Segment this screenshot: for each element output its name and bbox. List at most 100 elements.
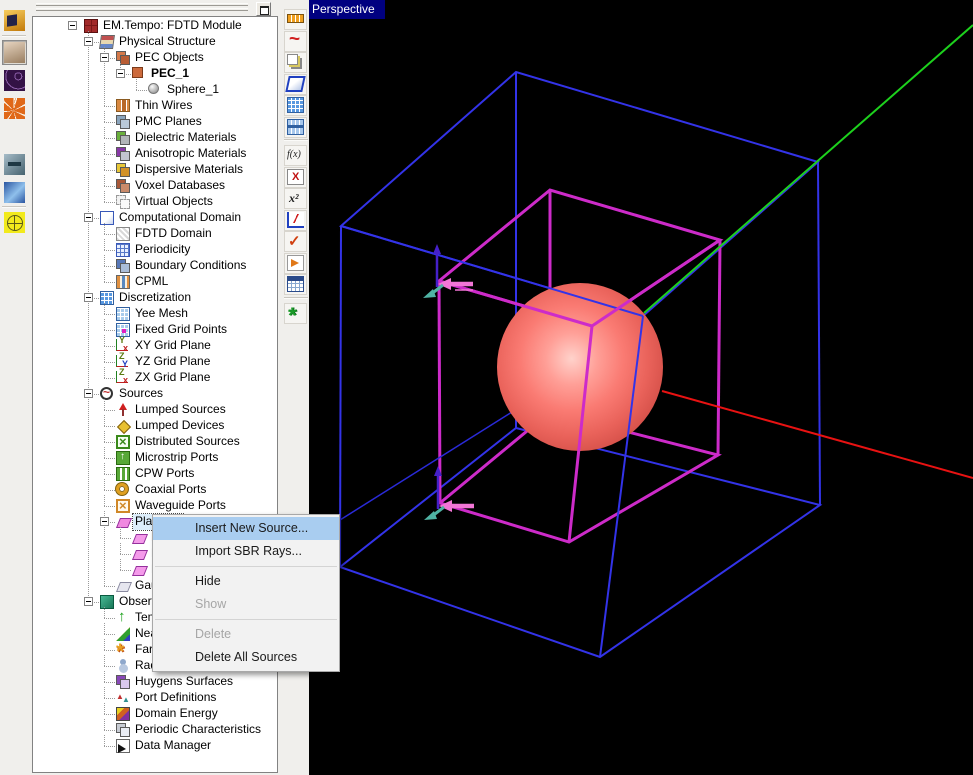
tree-item-label[interactable]: Lumped Devices bbox=[133, 418, 227, 434]
tree-item-label[interactable]: Dispersive Materials bbox=[133, 162, 246, 178]
calculator-button[interactable] bbox=[284, 274, 307, 295]
tree-item-label[interactable]: YZ Grid Plane bbox=[133, 354, 213, 370]
mesh-settings-button[interactable] bbox=[284, 117, 307, 138]
tree-item-label[interactable]: Coaxial Ports bbox=[133, 482, 209, 498]
panel-grip[interactable] bbox=[36, 3, 248, 6]
tree-item-label[interactable]: Anisotropic Materials bbox=[133, 146, 249, 162]
run-simulation-icon bbox=[287, 255, 304, 271]
module-terrain-tempo-button[interactable] bbox=[2, 40, 27, 65]
function-fx-button[interactable] bbox=[284, 145, 307, 166]
tree-item-label[interactable]: Periodic Characteristics bbox=[133, 722, 264, 738]
module-gold-cube-button[interactable] bbox=[2, 8, 27, 33]
module-dark-molecule-button[interactable] bbox=[2, 124, 27, 149]
tree-row: Port Definitions bbox=[33, 690, 277, 706]
x-squared-button[interactable] bbox=[284, 188, 307, 209]
tree-item-label[interactable]: Lumped Sources bbox=[133, 402, 229, 418]
tree-expand-toggle[interactable] bbox=[68, 21, 77, 30]
menu-item-hide[interactable]: Hide bbox=[153, 570, 339, 593]
mesh-grid-button[interactable] bbox=[284, 95, 307, 116]
tree-expand-toggle[interactable] bbox=[100, 517, 109, 526]
green-asterisk-button[interactable] bbox=[284, 303, 307, 324]
tree-item-label[interactable]: Computational Domain bbox=[117, 210, 244, 226]
ruler-button[interactable] bbox=[284, 9, 307, 30]
validate-check-button[interactable] bbox=[284, 231, 307, 252]
run-simulation-button[interactable] bbox=[284, 253, 307, 274]
tree-expand-toggle[interactable] bbox=[84, 37, 93, 46]
tree-row: CPML bbox=[33, 274, 277, 290]
module-yellow-sphere-button[interactable] bbox=[2, 210, 27, 235]
tree-item-label[interactable]: Discretization bbox=[117, 290, 194, 306]
pw-icon bbox=[132, 563, 146, 577]
pmc-icon bbox=[116, 115, 130, 129]
3d-viewport[interactable]: Perspective bbox=[309, 0, 973, 775]
pec1-icon bbox=[132, 67, 143, 78]
tree-row: PEC_1 bbox=[33, 66, 277, 82]
module-blue-curves-button[interactable] bbox=[2, 180, 27, 205]
tree-row: Fixed Grid Points bbox=[33, 322, 277, 338]
module-orange-burst-button[interactable] bbox=[2, 96, 27, 121]
tree-item-label[interactable]: Fixed Grid Points bbox=[133, 322, 230, 338]
toolbar-separator bbox=[2, 206, 26, 208]
tree-item-label[interactable]: Waveguide Ports bbox=[133, 498, 229, 514]
menu-item-delete-all-sources[interactable]: Delete All Sources bbox=[153, 646, 339, 669]
tree-item-label[interactable]: Distributed Sources bbox=[133, 434, 243, 450]
tree-item-label[interactable]: ZX Grid Plane bbox=[133, 370, 213, 386]
tree-item-label[interactable]: Virtual Objects bbox=[133, 194, 216, 210]
dispersive-icon bbox=[116, 163, 130, 177]
menu-item-show: Show bbox=[153, 593, 339, 616]
tree-item-label[interactable]: Periodicity bbox=[133, 242, 193, 258]
tree-item-label[interactable]: Port Definitions bbox=[133, 690, 219, 706]
tree-item-label[interactable]: PEC_1 bbox=[149, 66, 192, 82]
tree-row: CPW Ports bbox=[33, 466, 277, 482]
lumped-src-icon bbox=[116, 403, 130, 417]
tree-item-label[interactable]: EM.Tempo: FDTD Module bbox=[101, 18, 245, 34]
tree-expand-toggle[interactable] bbox=[84, 597, 93, 606]
tree-row: Discretization bbox=[33, 290, 277, 306]
domain-box-button[interactable] bbox=[284, 74, 307, 95]
layer-sheets-button[interactable] bbox=[284, 52, 307, 73]
tree-item-label[interactable]: Dielectric Materials bbox=[133, 130, 239, 146]
tree-item-label[interactable]: Sphere_1 bbox=[165, 82, 222, 98]
tree-expand-toggle[interactable] bbox=[116, 69, 125, 78]
tree-item-label[interactable]: Data Manager bbox=[133, 738, 214, 754]
toolbar-separator bbox=[284, 139, 308, 141]
panel-grip[interactable] bbox=[36, 8, 248, 11]
tree-expand-toggle[interactable] bbox=[84, 389, 93, 398]
tree-expand-toggle[interactable] bbox=[84, 293, 93, 302]
tree-row: EM.Tempo: FDTD Module bbox=[33, 18, 277, 34]
sine-wave-button[interactable] bbox=[284, 31, 307, 52]
tree-item-label[interactable]: PMC Planes bbox=[133, 114, 205, 130]
menu-item-import-sbr-rays[interactable]: Import SBR Rays... bbox=[153, 540, 339, 563]
tree-item-label[interactable]: Voxel Databases bbox=[133, 178, 228, 194]
tree-row: Dielectric Materials bbox=[33, 130, 277, 146]
tree-expand-toggle[interactable] bbox=[84, 213, 93, 222]
tree-item-label[interactable]: Microstrip Ports bbox=[133, 450, 221, 466]
tree-item-label[interactable]: Thin Wires bbox=[133, 98, 195, 114]
tree-expand-toggle[interactable] bbox=[100, 53, 109, 62]
domain-icon bbox=[100, 211, 114, 225]
periodic-char-icon bbox=[116, 723, 130, 737]
tree-item-label[interactable]: XY Grid Plane bbox=[133, 338, 214, 354]
tree-item-label[interactable]: Boundary Conditions bbox=[133, 258, 249, 274]
module-steel-structure-button[interactable] bbox=[2, 152, 27, 177]
tree-item-label[interactable]: Yee Mesh bbox=[133, 306, 191, 322]
tree-row: FDTD Domain bbox=[33, 226, 277, 242]
context-menu: Insert New Source...Import SBR Rays... Hi… bbox=[152, 514, 340, 672]
axis-xy-icon bbox=[116, 339, 128, 351]
module-purple-waves-button[interactable] bbox=[2, 68, 27, 93]
restore-window-button[interactable] bbox=[256, 2, 271, 16]
tree-item-label[interactable]: Physical Structure bbox=[117, 34, 219, 50]
tree-item-label[interactable]: Sources bbox=[117, 386, 166, 402]
plot-graph-button[interactable] bbox=[284, 210, 307, 231]
tree-item-label[interactable]: Domain Energy bbox=[133, 706, 221, 722]
variables-x-button[interactable] bbox=[284, 167, 307, 188]
ruler-icon bbox=[287, 14, 304, 23]
fdtd-domain-icon bbox=[116, 227, 130, 241]
tree-item-label[interactable]: CPW Ports bbox=[133, 466, 197, 482]
tree-item-label[interactable]: FDTD Domain bbox=[133, 226, 215, 242]
tree-item-label[interactable]: Huygens Surfaces bbox=[133, 674, 236, 690]
tree-row: Anisotropic Materials bbox=[33, 146, 277, 162]
tree-item-label[interactable]: CPML bbox=[133, 274, 171, 290]
tree-item-label[interactable]: PEC Objects bbox=[133, 50, 207, 66]
menu-item-insert-new-source[interactable]: Insert New Source... bbox=[153, 517, 339, 540]
